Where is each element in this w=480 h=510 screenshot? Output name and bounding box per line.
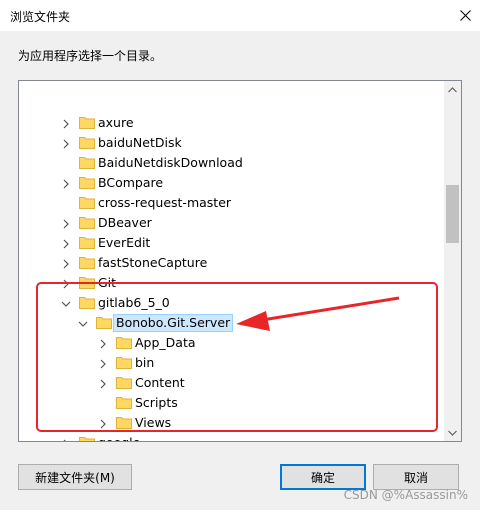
folder-icon <box>79 296 95 309</box>
chevron-down-icon[interactable] <box>78 318 88 328</box>
folder-icon <box>79 176 95 189</box>
chevron-right-icon[interactable] <box>98 418 108 429</box>
folder-icon <box>116 376 132 389</box>
folder-icon <box>79 196 95 209</box>
tree-item-label: fastStoneCapture <box>98 255 208 270</box>
chevron-right-icon[interactable] <box>98 378 108 389</box>
folder-icon <box>79 276 95 289</box>
folder-tree-viewport: axure baiduNetDisk BaiduNetdiskDownload BCo… <box>19 81 443 441</box>
tree-item[interactable]: axure <box>19 113 443 133</box>
chevron-down-icon[interactable] <box>61 298 71 308</box>
chevron-right-icon[interactable] <box>61 258 71 269</box>
folder-icon <box>79 436 95 441</box>
folder-icon <box>79 216 95 229</box>
close-button[interactable] <box>450 0 480 31</box>
tree-item[interactable]: Git <box>19 273 443 293</box>
folder-icon <box>79 116 95 129</box>
folder-icon <box>79 256 95 269</box>
new-folder-button[interactable]: 新建文件夹(M) <box>18 464 132 490</box>
tree-item-label: EverEdit <box>98 235 151 250</box>
tree-item[interactable]: Content <box>19 373 443 393</box>
tree-item-label: google <box>96 434 142 441</box>
tree-item[interactable]: BCompare <box>19 173 443 193</box>
tree-item[interactable]: fastStoneCapture <box>19 253 443 273</box>
tree-item-label: bin <box>135 355 155 370</box>
window-title: 浏览文件夹 <box>10 10 71 24</box>
tree-item-label: Scripts <box>135 395 178 410</box>
tree-item-label: cross-request-master <box>98 195 232 210</box>
tree-item[interactable]: cross-request-master <box>19 193 443 213</box>
folder-icon <box>79 156 95 169</box>
scroll-down-button[interactable] <box>444 424 461 441</box>
tree-item[interactable]: EverEdit <box>19 233 443 253</box>
ok-button[interactable]: 确定 <box>280 464 366 490</box>
cancel-button[interactable]: 取消 <box>373 464 459 490</box>
tree-item-label: BaiduNetdiskDownload <box>98 155 243 170</box>
tree-item-label: DBeaver <box>98 215 152 230</box>
tree-item[interactable]: BaiduNetdiskDownload <box>19 153 443 173</box>
folder-icon <box>79 236 95 249</box>
tree-item-label: Bonobo.Git.Server <box>113 314 234 332</box>
tree-item[interactable]: bin <box>19 353 443 373</box>
tree-item-label: Views <box>135 415 172 430</box>
close-icon <box>459 10 471 21</box>
chevron-right-icon[interactable] <box>61 438 71 441</box>
tree-item-label: Git <box>98 275 117 290</box>
chevron-right-icon[interactable] <box>61 218 71 229</box>
tree-item[interactable]: Views <box>19 413 443 433</box>
chevron-right-icon[interactable] <box>98 358 108 369</box>
tree-item[interactable]: baiduNetDisk <box>19 133 443 153</box>
chevron-right-icon[interactable] <box>98 338 108 349</box>
tree-item-label: gitlab6_5_0 <box>98 295 170 310</box>
vertical-scrollbar[interactable] <box>444 81 461 441</box>
tree-item-label: Content <box>135 375 185 390</box>
folder-icon <box>96 316 112 329</box>
folder-icon <box>79 136 95 149</box>
tree-item[interactable]: google <box>19 433 443 441</box>
chevron-right-icon[interactable] <box>61 278 71 289</box>
tree-item[interactable]: App_Data <box>19 333 443 353</box>
folder-icon <box>116 356 132 369</box>
folder-icon <box>116 396 132 409</box>
tree-item[interactable]: DBeaver <box>19 213 443 233</box>
folder-icon <box>116 336 132 349</box>
chevron-right-icon[interactable] <box>61 118 71 129</box>
tree-item-label: axure <box>98 115 134 130</box>
chevron-up-icon <box>448 86 457 92</box>
dialog-description: 为应用程序选择一个目录。 <box>18 49 163 63</box>
scrollbar-thumb[interactable] <box>446 185 459 243</box>
chevron-right-icon[interactable] <box>61 178 71 189</box>
chevron-right-icon[interactable] <box>61 138 71 149</box>
tree-item-label: BCompare <box>98 175 164 190</box>
tree-item-label: baiduNetDisk <box>98 135 182 150</box>
chevron-down-icon <box>448 430 457 436</box>
scroll-up-button[interactable] <box>444 81 461 98</box>
watermark: CSDN @%Assassin% <box>343 488 468 502</box>
tree-item-label: App_Data <box>135 335 196 350</box>
tree-item[interactable]: gitlab6_5_0 <box>19 293 443 313</box>
tree-item[interactable]: Bonobo.Git.Server <box>19 313 443 333</box>
title-bar: 浏览文件夹 <box>0 0 480 32</box>
chevron-right-icon[interactable] <box>61 238 71 249</box>
tree-item[interactable]: Scripts <box>19 393 443 413</box>
folder-icon <box>116 416 132 429</box>
folder-tree[interactable]: axure baiduNetDisk BaiduNetdiskDownload BCo… <box>18 80 462 442</box>
